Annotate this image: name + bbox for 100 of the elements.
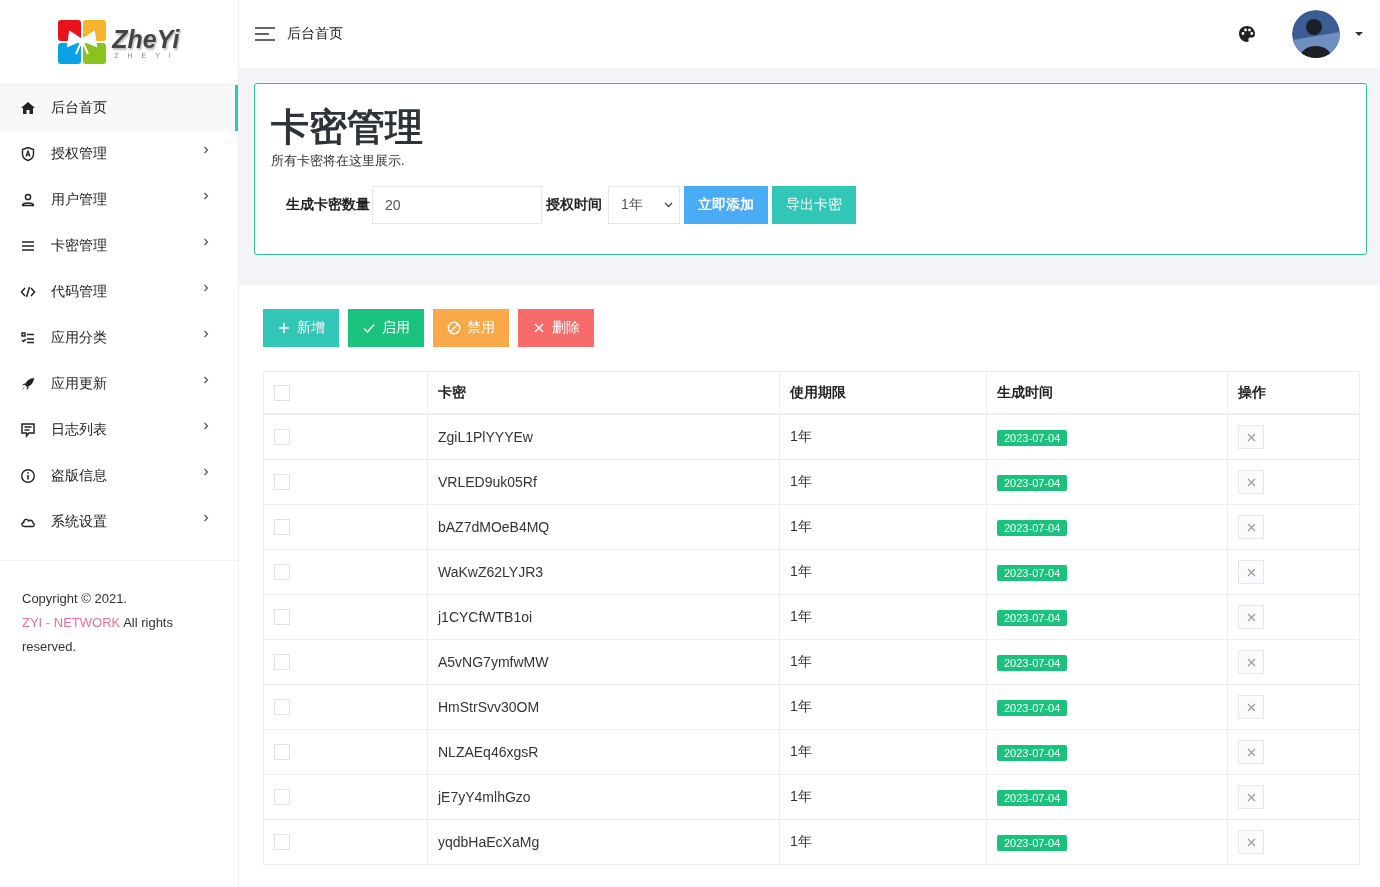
close-icon bbox=[532, 321, 546, 335]
period-text: 1年 bbox=[790, 788, 812, 804]
period-text: 1年 bbox=[790, 833, 812, 849]
comment-icon bbox=[20, 422, 36, 438]
delete-button[interactable] bbox=[1238, 425, 1264, 449]
close-icon bbox=[1246, 477, 1256, 487]
checkbox[interactable] bbox=[274, 429, 290, 445]
delete-button[interactable] bbox=[1238, 560, 1264, 584]
field-label: 授权时间 bbox=[546, 196, 602, 214]
checkbox[interactable] bbox=[274, 384, 290, 401]
close-icon bbox=[1246, 522, 1256, 532]
duration-select[interactable]: 1年 bbox=[608, 186, 680, 224]
menu-icon[interactable] bbox=[255, 26, 275, 42]
page-title: 卡密管理 bbox=[271, 105, 424, 150]
checkbox[interactable] bbox=[274, 789, 290, 805]
forbidden-icon bbox=[447, 321, 461, 335]
info-icon bbox=[20, 468, 36, 484]
code-icon bbox=[20, 284, 36, 300]
period-text: 1年 bbox=[790, 743, 812, 759]
card-key: A5vNG7ymfwMW bbox=[438, 654, 549, 670]
avatar[interactable] bbox=[1292, 10, 1340, 58]
delete-button[interactable] bbox=[1238, 515, 1264, 539]
column-header: 操作 bbox=[1238, 383, 1266, 400]
card-key: bAZ7dMOeB4MQ bbox=[438, 519, 550, 535]
sidebar-item[interactable]: 盗版信息 bbox=[0, 453, 238, 499]
home-icon bbox=[20, 100, 36, 116]
period-text: 1年 bbox=[790, 563, 812, 579]
delete-button[interactable] bbox=[1238, 650, 1264, 674]
breadcrumb: 后台首页 bbox=[287, 25, 344, 43]
copyright-text: Copyright © 2021. ZYI - NETWORK All rights reserved. bbox=[21, 590, 174, 656]
palette-icon[interactable] bbox=[1238, 25, 1256, 43]
checkbox[interactable] bbox=[274, 699, 290, 715]
delete-button[interactable] bbox=[1238, 695, 1264, 719]
checkbox[interactable] bbox=[274, 744, 290, 760]
period-text: 1年 bbox=[790, 653, 812, 669]
card-key: j1CYCfWTB1oi bbox=[438, 609, 533, 625]
checkbox[interactable] bbox=[274, 519, 290, 535]
period-text: 1年 bbox=[790, 608, 812, 624]
user-icon bbox=[20, 192, 36, 208]
sidebar-item[interactable]: 日志列表 bbox=[0, 407, 238, 453]
checkbox[interactable] bbox=[274, 474, 290, 490]
close-icon bbox=[1246, 612, 1256, 622]
checkbox[interactable] bbox=[274, 564, 290, 580]
caret-icon[interactable] bbox=[1354, 31, 1364, 37]
close-icon bbox=[1246, 702, 1256, 712]
plus-icon bbox=[277, 321, 291, 335]
close-icon bbox=[1246, 657, 1256, 667]
close-icon bbox=[1246, 792, 1256, 802]
column-header: 卡密 bbox=[438, 383, 466, 400]
date-tag: 2023-07-04 bbox=[997, 789, 1068, 806]
delete-button[interactable] bbox=[1238, 785, 1264, 809]
sidebar-item[interactable]: 授权管理 bbox=[0, 131, 238, 177]
sidebar-item[interactable]: 卡密管理 bbox=[0, 223, 238, 269]
card-key: WaKwZ62LYJR3 bbox=[438, 564, 544, 580]
column-header: 生成时间 bbox=[997, 383, 1053, 400]
shield-icon bbox=[20, 146, 36, 162]
logo-text: ZheYi bbox=[112, 25, 180, 52]
date-tag: 2023-07-04 bbox=[997, 474, 1068, 491]
period-text: 1年 bbox=[790, 428, 812, 444]
date-tag: 2023-07-04 bbox=[997, 744, 1068, 761]
column-header: 使用期限 bbox=[790, 383, 846, 400]
delete-button[interactable] bbox=[1238, 470, 1264, 494]
period-text: 1年 bbox=[790, 518, 812, 534]
card-key: HmStrSvv30OM bbox=[438, 699, 540, 715]
close-icon bbox=[1246, 567, 1256, 577]
chevron-down-icon bbox=[664, 202, 673, 208]
date-tag: 2023-07-04 bbox=[997, 654, 1068, 671]
close-icon bbox=[1246, 432, 1256, 442]
period-text: 1年 bbox=[790, 473, 812, 489]
sidebar-item[interactable]: 用户管理 bbox=[0, 177, 238, 223]
page-subtitle: 所有卡密将在这里展示. bbox=[271, 152, 406, 170]
field-label: 生成卡密数量 bbox=[286, 196, 370, 214]
date-tag: 2023-07-04 bbox=[997, 609, 1068, 626]
card-key: ZgiL1PlYYYEw bbox=[438, 429, 533, 445]
date-tag: 2023-07-04 bbox=[997, 519, 1068, 536]
date-tag: 2023-07-04 bbox=[997, 429, 1068, 446]
period-text: 1年 bbox=[790, 698, 812, 714]
card-key: NLZAEq46xgsR bbox=[438, 744, 539, 760]
card-key: yqdbHaEcXaMg bbox=[438, 834, 540, 850]
close-icon bbox=[1246, 747, 1256, 757]
logo-icon bbox=[58, 20, 107, 64]
delete-button[interactable] bbox=[1238, 740, 1264, 764]
checkbox[interactable] bbox=[274, 654, 290, 670]
count-field[interactable]: 20 bbox=[372, 186, 542, 224]
card-key: VRLED9uk05Rf bbox=[438, 474, 537, 490]
sidebar-item[interactable]: 系统设置 bbox=[0, 499, 238, 545]
card-key: jE7yY4mlhGzo bbox=[438, 789, 531, 805]
rocket-icon bbox=[20, 376, 36, 392]
delete-button[interactable] bbox=[1238, 830, 1264, 854]
checkbox[interactable] bbox=[274, 609, 290, 625]
sidebar-item[interactable]: 后台首页 bbox=[0, 85, 238, 131]
delete-button[interactable] bbox=[1238, 605, 1264, 629]
close-icon bbox=[1246, 837, 1256, 847]
checkbox[interactable] bbox=[274, 834, 290, 850]
sidebar-item[interactable]: 应用更新 bbox=[0, 361, 238, 407]
date-tag: 2023-07-04 bbox=[997, 564, 1068, 581]
date-tag: 2023-07-04 bbox=[997, 834, 1068, 851]
sidebar-item[interactable]: 代码管理 bbox=[0, 269, 238, 315]
sidebar-item[interactable]: 应用分类 bbox=[0, 315, 238, 361]
list-icon bbox=[20, 238, 36, 254]
